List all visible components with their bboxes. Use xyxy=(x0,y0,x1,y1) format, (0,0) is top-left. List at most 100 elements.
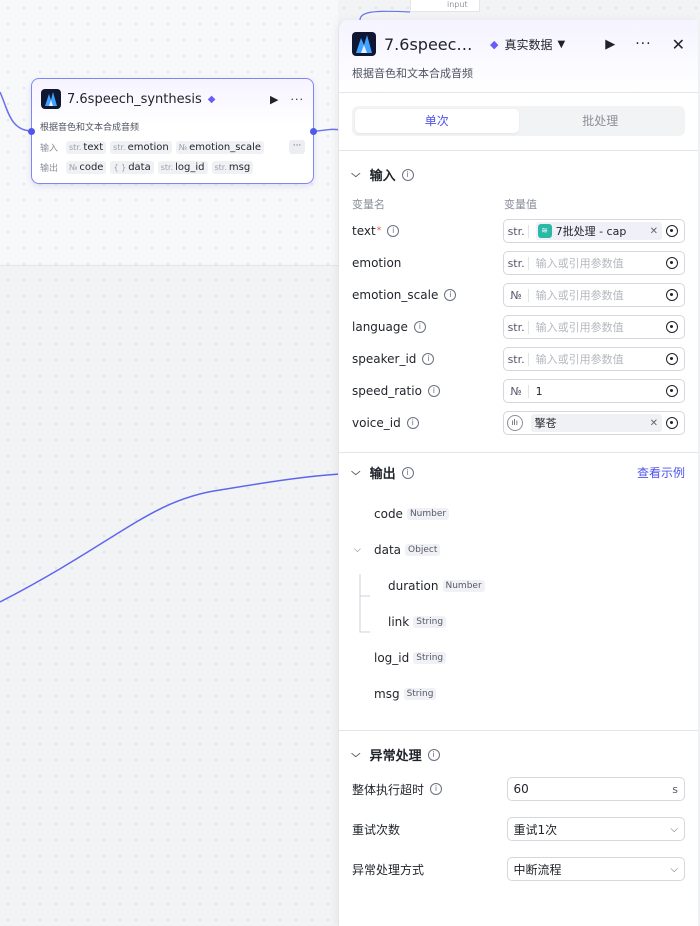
caret-down-icon[interactable]: ▼ xyxy=(557,39,565,50)
col-header-name: 变量名 xyxy=(352,198,385,211)
placeholder: 输入或引用参数值 xyxy=(535,257,624,270)
handling-label: 异常处理方式 xyxy=(352,862,425,877)
output-type-badge: String xyxy=(413,652,447,664)
clear-icon[interactable]: ✕ xyxy=(646,226,658,237)
info-icon[interactable]: i xyxy=(401,466,414,479)
node-logo-icon xyxy=(41,89,61,109)
tree-lines xyxy=(359,574,370,633)
text-value-field[interactable]: str. ≋ 7批处理 - cap ✕ xyxy=(502,219,685,243)
info-icon[interactable]: i xyxy=(406,417,419,429)
node-output-chip: str. msg xyxy=(211,160,254,174)
variable-ref-icon[interactable] xyxy=(666,321,678,333)
voice-id-value-field[interactable]: ıIı 擎苍 ✕ xyxy=(502,411,685,435)
chevron-down-icon[interactable]: ⌵ xyxy=(351,467,360,478)
reference-label: 7批处理 - cap xyxy=(555,225,627,238)
tab-single[interactable]: 单次 xyxy=(355,109,519,133)
param-row-speed-ratio: speed_ratio i № 1 xyxy=(352,378,685,404)
variable-ref-icon[interactable] xyxy=(666,417,678,429)
param-name: emotion_scale xyxy=(352,288,439,302)
param-name: speaker_id xyxy=(352,352,417,366)
output-type-badge: String xyxy=(413,616,447,628)
param-name: voice_id xyxy=(352,416,401,430)
variable-ref-icon[interactable] xyxy=(666,257,678,269)
param-row-speaker-id: speaker_id i str. 输入或引用参数值 xyxy=(352,346,685,372)
outputs-title: 输出 xyxy=(369,467,396,482)
type-tag: № xyxy=(507,384,529,398)
variable-ref-icon[interactable] xyxy=(666,385,678,397)
node-input-chip: str. emotion xyxy=(110,140,172,154)
more-icon[interactable]: ··· xyxy=(635,36,651,52)
node-input-chip: № emotion_scale xyxy=(175,140,264,154)
node-inputs-more[interactable]: ··· xyxy=(289,140,305,154)
node-output-chip: № code xyxy=(66,160,107,174)
reference-chip[interactable]: ≋ 7批处理 - cap ✕ xyxy=(535,222,662,240)
placeholder: 输入或引用参数值 xyxy=(535,289,624,302)
type-tag: str. xyxy=(507,320,529,334)
panel-header: 7.6speech_synthesis ◆ 真实数据 ▼ ▶ ··· ✕ 根据音… xyxy=(339,20,698,93)
timeout-label: 整体执行超时 xyxy=(352,782,425,797)
emotion-value-field[interactable]: str. 输入或引用参数值 xyxy=(502,251,685,275)
type-tag: str. xyxy=(507,352,529,366)
voice-chip[interactable]: 擎苍 ✕ xyxy=(530,414,662,432)
variable-ref-icon[interactable] xyxy=(666,225,678,237)
language-value-field[interactable]: str. 输入或引用参数值 xyxy=(502,315,685,339)
handling-select[interactable]: 中断流程 ⌵ xyxy=(506,857,685,881)
info-icon[interactable]: i xyxy=(444,289,457,301)
node-more-icon[interactable]: ··· xyxy=(291,93,305,106)
timeout-value: 60 xyxy=(513,782,529,796)
emotion-scale-value-field[interactable]: № 输入或引用参数值 xyxy=(502,283,685,307)
node-input-chip: str. text xyxy=(66,140,107,154)
info-icon[interactable]: i xyxy=(427,385,440,397)
chevron-down-icon[interactable]: ⌵ xyxy=(351,749,360,760)
panel-title[interactable]: 7.6speech_synthesis xyxy=(384,35,480,54)
data-mode-select[interactable]: 真实数据 xyxy=(504,36,552,53)
type-tag: № xyxy=(507,288,529,302)
info-icon[interactable]: i xyxy=(387,225,400,237)
required-mark: * xyxy=(376,226,382,236)
info-icon[interactable]: i xyxy=(413,321,426,333)
close-icon[interactable]: ✕ xyxy=(672,35,685,54)
run-mode-tabs: 单次 批处理 xyxy=(352,106,685,136)
variable-ref-icon[interactable] xyxy=(666,289,678,301)
node-outputs-label: 输出 xyxy=(40,163,59,174)
node-inputs-row: 输入 str. text str. emotion № emotion_scale ·… xyxy=(32,139,313,155)
panel-logo-icon xyxy=(352,32,376,56)
tab-batch[interactable]: 批处理 xyxy=(519,109,683,133)
inputs-section-header[interactable]: ⌵ 输入 i xyxy=(351,165,685,184)
retry-label: 重试次数 xyxy=(352,822,401,837)
info-icon[interactable]: i xyxy=(427,748,440,761)
chevron-down-icon[interactable]: ⌵ xyxy=(351,169,360,180)
output-type-badge: Number xyxy=(442,580,485,592)
info-icon[interactable]: i xyxy=(430,783,443,795)
voice-wave-icon: ıIı xyxy=(506,415,523,431)
clear-icon[interactable]: ✕ xyxy=(646,418,658,429)
node-output-port[interactable] xyxy=(310,128,317,135)
retry-row: 重试次数 重试1次 ⌵ xyxy=(352,816,685,842)
node-run-icon[interactable]: ▶ xyxy=(270,93,278,106)
param-row-language: language i str. 输入或引用参数值 xyxy=(352,314,685,340)
node-inputs-label: 输入 xyxy=(40,143,59,154)
partial-node-top[interactable]: input xyxy=(410,0,480,12)
info-icon[interactable]: i xyxy=(401,168,414,181)
handling-value: 中断流程 xyxy=(513,862,562,877)
placeholder: 输入或引用参数值 xyxy=(535,353,624,366)
param-name: emotion xyxy=(352,256,402,270)
view-example-link[interactable]: 查看示例 xyxy=(637,464,685,481)
run-icon[interactable]: ▶ xyxy=(605,37,615,52)
type-tag: str. xyxy=(507,224,529,238)
col-header-value: 变量值 xyxy=(504,198,537,211)
chevron-down-icon: ⌵ xyxy=(670,863,678,875)
speech-synthesis-node[interactable]: 7.6speech_synthesis ◆ ▶ ··· 根据音色和文本合成音频 … xyxy=(31,78,314,184)
timeout-row: 整体执行超时 i 60 s xyxy=(352,776,685,802)
timeout-input[interactable]: 60 s xyxy=(506,777,685,801)
speed-ratio-value-field[interactable]: № 1 xyxy=(502,379,685,403)
speaker-id-value-field[interactable]: str. 输入或引用参数值 xyxy=(502,347,685,371)
node-outputs-row: 输出 № code { } data str. log_id str. msg xyxy=(32,159,313,175)
node-input-port[interactable] xyxy=(28,128,35,135)
outputs-section-header[interactable]: ⌵ 输出 i xyxy=(351,463,414,482)
output-type-badge: Number xyxy=(406,508,450,520)
info-icon[interactable]: i xyxy=(422,353,435,365)
variable-ref-icon[interactable] xyxy=(666,353,678,365)
inputs-title: 输入 xyxy=(369,169,396,184)
retry-select[interactable]: 重试1次 ⌵ xyxy=(506,817,685,841)
